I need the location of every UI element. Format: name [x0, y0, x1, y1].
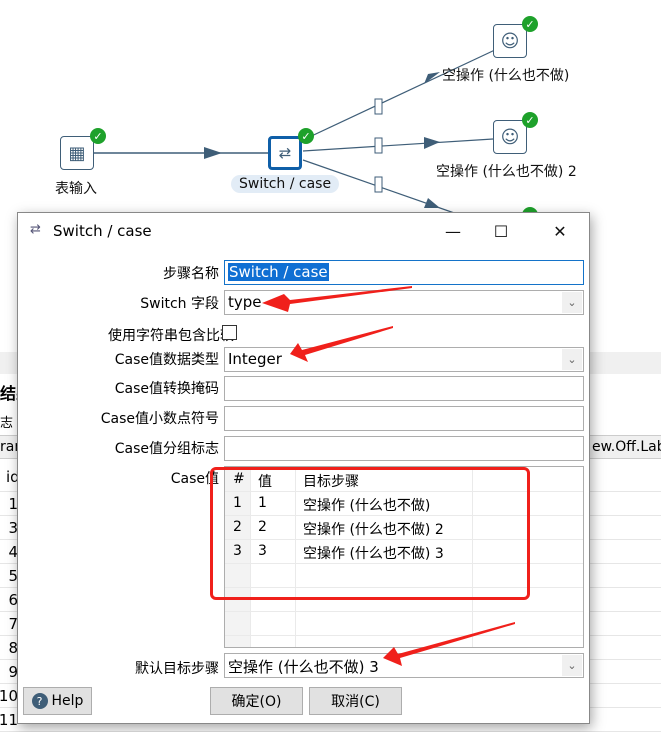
case-table-cell[interactable]: 空操作 (什么也不做) 3 — [303, 543, 444, 563]
column-header[interactable]: 目标步骤 — [303, 471, 359, 491]
switch-field-label: Switch 字段 — [140, 296, 219, 312]
row-id: 11 — [0, 711, 18, 729]
distribute-icon — [374, 98, 383, 115]
column-header[interactable]: 值 — [258, 471, 272, 491]
column-header[interactable]: # — [233, 471, 245, 487]
hop-arrowhead — [204, 147, 222, 159]
switch-case-dialog: ⇄ Switch / case — ☐ ✕ 步骤名称 Switch / case… — [17, 212, 590, 724]
switch-field-select[interactable]: type ⌄ — [224, 290, 584, 315]
node-label: 空操作 (什么也不做) 2 — [436, 164, 577, 180]
switch-arrows-icon: ⇄ — [278, 144, 292, 162]
minimize-button[interactable]: — — [428, 213, 478, 249]
ok-check-icon: ✓ — [298, 128, 314, 144]
distribute-icon — [374, 176, 383, 193]
step-name-label: 步骤名称 — [163, 266, 219, 282]
hop-arrowhead — [424, 198, 440, 208]
row-id: 10 — [0, 687, 18, 705]
node-label: Switch / case — [231, 175, 340, 193]
case-table-cell[interactable]: 3 — [233, 543, 242, 559]
use-contains-label: 使用字符串包含比较 — [108, 328, 234, 344]
table-input-icon: ▦ — [68, 142, 86, 164]
header-fragment: ew.Off.Labe — [592, 439, 661, 455]
close-button[interactable]: ✕ — [535, 213, 585, 249]
case-table-cell[interactable]: 1 — [258, 495, 267, 511]
dialog-title: Switch / case — [53, 222, 152, 240]
case-grouping-label: Case值分组标志 — [114, 441, 219, 457]
ok-check-icon: ✓ — [522, 112, 538, 128]
ok-check-icon: ✓ — [90, 128, 106, 144]
node-label: 空操作 (什么也不做) — [442, 68, 570, 84]
hop-switch-to-dummy1 — [302, 48, 498, 141]
distribute-icon — [374, 137, 383, 154]
hop-switch-to-dummy2 — [302, 138, 494, 152]
case-data-type-select[interactable]: Integer ⌄ — [224, 347, 584, 372]
hop-arrowhead — [424, 137, 440, 149]
chevron-down-icon[interactable]: ⌄ — [562, 349, 582, 370]
case-table-cell[interactable]: 2 — [258, 519, 267, 535]
case-values-label: Case值 — [170, 471, 219, 487]
case-data-type-label: Case值数据类型 — [114, 352, 219, 368]
help-label: Help — [51, 693, 84, 709]
chevron-down-icon[interactable]: ⌄ — [562, 655, 582, 676]
case-grouping-input[interactable] — [224, 436, 584, 461]
maximize-button[interactable]: ☐ — [476, 213, 526, 249]
ok-check-icon: ✓ — [522, 16, 538, 32]
help-button[interactable]: ? Help — [23, 687, 92, 715]
hop-arrowhead — [424, 72, 440, 84]
dummy-head-icon: ☺ — [500, 126, 520, 148]
chevron-down-icon[interactable]: ⌄ — [562, 292, 582, 313]
case-table-cell[interactable]: 2 — [233, 519, 242, 535]
cancel-button[interactable]: 取消(C) — [309, 687, 402, 715]
results-tab[interactable]: 志 — [0, 412, 13, 431]
case-table-cell[interactable]: 空操作 (什么也不做) 2 — [303, 519, 444, 539]
default-target-select[interactable]: 空操作 (什么也不做) 3 ⌄ — [224, 653, 584, 678]
node-dummy-1[interactable]: ☺ — [493, 24, 527, 58]
switch-arrows-icon: ⇄ — [30, 222, 41, 237]
node-switch-case[interactable]: ⇄ — [268, 136, 302, 170]
step-name-input[interactable]: Switch / case — [224, 260, 584, 285]
ok-button[interactable]: 确定(O) — [210, 687, 303, 715]
case-mask-label: Case值转换掩码 — [114, 381, 219, 397]
case-decimal-label: Case值小数点符号 — [100, 411, 219, 427]
hop-copy-icons — [374, 98, 383, 193]
use-contains-checkbox[interactable] — [222, 325, 237, 340]
help-icon: ? — [31, 693, 48, 709]
node-table-input[interactable]: ▦ — [60, 136, 94, 170]
node-dummy-2[interactable]: ☺ — [493, 120, 527, 154]
case-table-cell[interactable]: 1 — [233, 495, 242, 511]
default-target-label: 默认目标步骤 — [135, 661, 219, 677]
case-mask-input[interactable] — [224, 376, 584, 401]
dialog-titlebar[interactable]: ⇄ Switch / case — ☐ ✕ — [18, 213, 589, 249]
node-label: 表输入 — [55, 181, 97, 197]
case-decimal-input[interactable] — [224, 406, 584, 431]
case-table-cell[interactable]: 3 — [258, 543, 267, 559]
dummy-head-icon: ☺ — [500, 30, 520, 52]
case-table-cell[interactable]: 空操作 (什么也不做) — [303, 495, 430, 515]
case-values-table[interactable]: # 值 目标步骤 1 1 空操作 (什么也不做) 2 2 空操作 (什么也不做) 2 33 空… — [224, 466, 584, 648]
